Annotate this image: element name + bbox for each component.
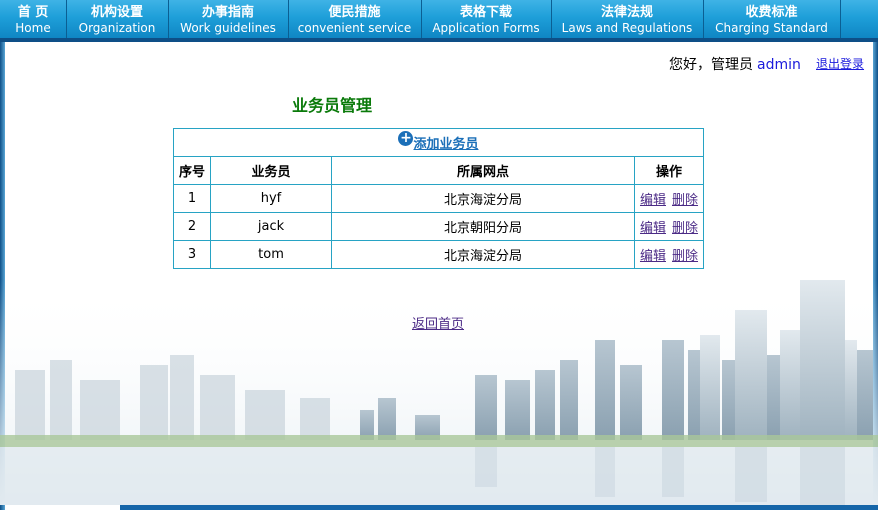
edit-link[interactable]: 编辑 [640,221,666,236]
nav-work-guidelines-label: 办事指南 [201,5,254,20]
row-branch: 北京海淀分局 [331,184,635,213]
delete-link[interactable]: 删除 [672,221,698,236]
nav-home-label: 首 页 [17,5,49,20]
nav-charging-standard-label: 收费标准 [745,5,798,20]
nav-laws-regulations-label: 法律法规 [600,5,653,20]
nav-charging-standard[interactable]: 收费标准 Charging Standard [703,0,841,38]
row-number: 2 [173,212,211,241]
back-to-home-link[interactable]: 返回首页 [412,313,464,332]
row-salesperson: hyf [210,184,332,213]
main-nav: 首 页 Home 机构设置 Organization 办事指南 Work gui… [0,0,878,42]
user-greeting: 您好，管理员 admin [669,54,801,74]
table-header-row: 序号 业务员 所属网点 操作 [173,156,704,185]
logout-link[interactable]: 退出登录 [816,55,864,72]
row-branch: 北京海淀分局 [331,240,635,269]
add-salesperson-link[interactable]: 添加业务员 [413,137,478,152]
add-icon[interactable]: + [398,131,414,146]
delete-link[interactable]: 删除 [672,249,698,264]
row-salesperson: tom [210,240,332,269]
row-number: 3 [173,240,211,269]
nav-application-forms-sublabel: Application Forms [432,21,540,35]
row-actions: 编辑 删除 [634,184,704,213]
nav-charging-standard-sublabel: Charging Standard [715,21,828,35]
row-number: 1 [173,184,211,213]
nav-convenient-service[interactable]: 便民措施 convenient service [288,0,422,38]
table-toolbar-cell: + 添加业务员 [173,128,704,157]
table-row: 3 tom 北京海淀分局 编辑 删除 [173,240,704,269]
row-salesperson: jack [210,212,332,241]
nav-work-guidelines-sublabel: Work guidelines [180,21,276,35]
nav-application-forms[interactable]: 表格下载 Application Forms [421,0,552,38]
row-actions: 编辑 删除 [634,212,704,241]
greeting-text: 您好，管理员 [669,57,753,73]
table-row: 1 hyf 北京海淀分局 编辑 删除 [173,184,704,213]
nav-laws-regulations-sublabel: Laws and Regulations [561,21,693,35]
username: admin [757,57,801,73]
nav-laws-regulations[interactable]: 法律法规 Laws and Regulations [551,0,704,38]
nav-organization[interactable]: 机构设置 Organization [66,0,169,38]
column-header-actions: 操作 [634,156,704,185]
column-header-number: 序号 [173,156,211,185]
row-branch: 北京朝阳分局 [331,212,635,241]
table-row: 2 jack 北京朝阳分局 编辑 删除 [173,212,704,241]
salesperson-table: + 添加业务员 序号 业务员 所属网点 操作 1 hyf 北京海淀分局 编辑 删除 … [173,128,704,269]
page-title: 业务员管理 [292,96,373,115]
delete-link[interactable]: 删除 [672,193,698,208]
nav-home-sublabel: Home [15,21,51,35]
edit-link[interactable]: 编辑 [640,193,666,208]
row-actions: 编辑 删除 [634,240,704,269]
nav-convenient-service-sublabel: convenient service [297,21,412,35]
nav-convenient-service-label: 便民措施 [328,5,381,20]
column-header-salesperson: 业务员 [210,156,332,185]
nav-organization-sublabel: Organization [78,21,156,35]
nav-home[interactable]: 首 页 Home [0,0,67,38]
table-toolbar-row: + 添加业务员 [173,128,704,157]
column-header-branch: 所属网点 [331,156,635,185]
bottom-frame-border [120,505,878,510]
nav-organization-label: 机构设置 [90,5,143,20]
nav-work-guidelines[interactable]: 办事指南 Work guidelines [168,0,289,38]
nav-application-forms-label: 表格下载 [459,5,512,20]
edit-link[interactable]: 编辑 [640,249,666,264]
